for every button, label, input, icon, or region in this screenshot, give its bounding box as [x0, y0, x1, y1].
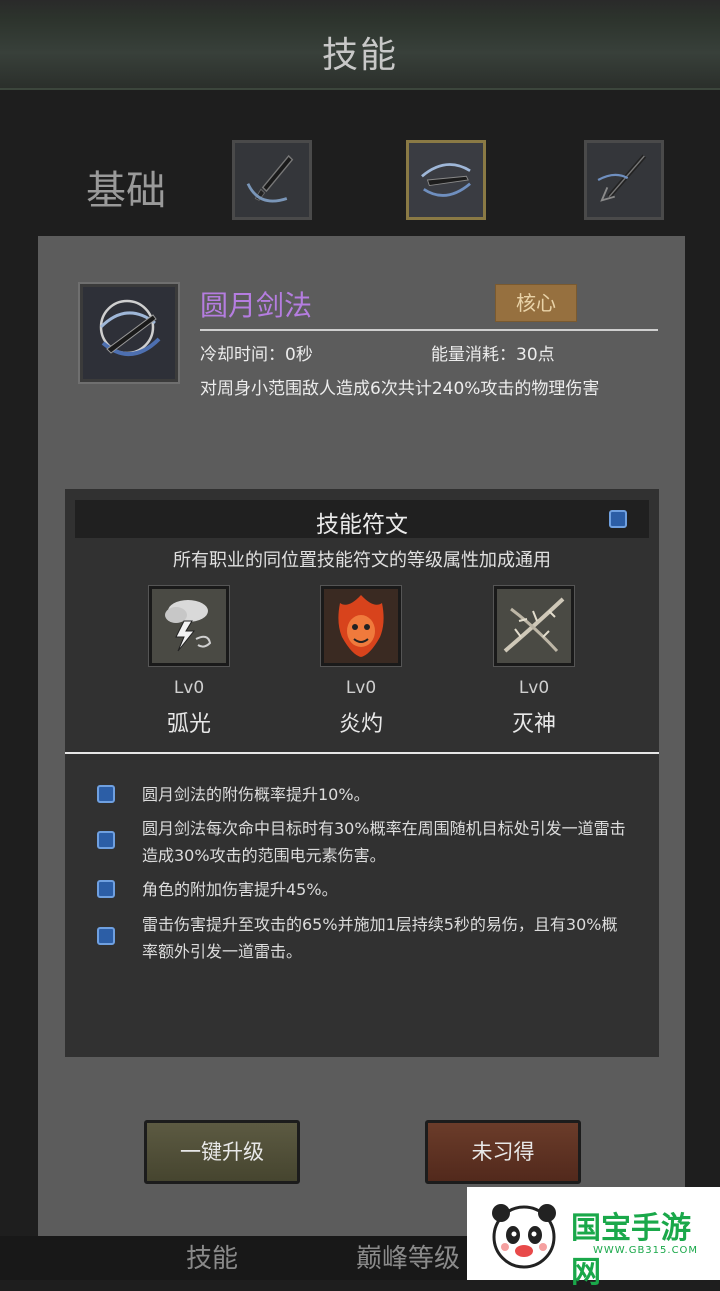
storm-cloud-icon: [152, 589, 226, 663]
rune-title: 技能符文: [316, 512, 408, 538]
page-title: 技能: [321, 35, 398, 76]
rune-subtitle: 所有职业的同位置技能符文的等级属性加成通用: [173, 550, 551, 571]
rune-level: Lv0: [345, 678, 377, 698]
not-learned-button[interactable]: 未习得: [425, 1120, 581, 1184]
watermark-url: WWW.GB315.COM: [593, 1245, 699, 1256]
crescent-sword-icon: [83, 287, 175, 379]
rune-item-arc[interactable]: Lv0 弧光: [139, 586, 239, 738]
rune-name: 灭神: [511, 712, 556, 737]
rune-item-scorch[interactable]: Lv0 炎灼: [311, 586, 411, 738]
rune-level: Lv0: [518, 678, 550, 698]
skill-description: 对周身小范围敌人造成6次共计240%攻击的物理伤害: [200, 379, 600, 399]
category-label: 基础: [86, 168, 166, 214]
divider: [200, 329, 658, 331]
rune-header: 技能符文: [75, 500, 649, 538]
rune-item-annihilate[interactable]: Lv0 灭神: [484, 586, 584, 738]
rune-frame: [321, 586, 401, 666]
rune-gem-icon[interactable]: [609, 510, 627, 528]
trident-icon: [587, 143, 661, 217]
effect-text: 圆月剑法每次命中目标时有30%概率在周围随机目标处引发一道雷击造成30%攻击的范…: [142, 819, 626, 865]
skill-detail-panel: 圆月剑法 核心 冷却时间：0秒 能量消耗：30点 对周身小范围敌人造成6次共计2…: [38, 236, 685, 1236]
nav-item-skills[interactable]: 技能: [186, 1238, 238, 1275]
gem-bullet-icon: [97, 785, 115, 803]
one-click-upgrade-button[interactable]: 一键升级: [144, 1120, 300, 1184]
cooldown-stat: 冷却时间：0秒: [200, 345, 313, 365]
gem-bullet-icon: [97, 927, 115, 945]
rune-name: 炎灼: [338, 712, 383, 737]
dagger-slash-icon: [235, 143, 309, 217]
rune-name: 弧光: [166, 712, 211, 737]
rune-level: Lv0: [173, 678, 205, 698]
effect-text: 雷击伤害提升至攻击的65%并施加1层持续5秒的易伤，且有30%概率额外引发一道雷…: [142, 915, 618, 961]
effect-text: 圆月剑法的附伤概率提升10%。: [142, 785, 370, 804]
watermark: 国宝手游网 WWW.GB315.COM: [467, 1187, 720, 1290]
thorn-branch-icon: [497, 589, 571, 663]
rune-frame: [149, 586, 229, 666]
effect-text: 角色的附加伤害提升45%。: [142, 880, 338, 899]
rune-frame: [494, 586, 574, 666]
rune-divider: [65, 752, 659, 754]
top-bar: 技能: [0, 0, 720, 90]
crescent-sword-icon: [409, 143, 483, 217]
gem-bullet-icon: [97, 831, 115, 849]
skill-icon-frame: [80, 284, 178, 382]
nav-item-peak-level[interactable]: 巅峰等级: [356, 1238, 460, 1275]
skill-tab-2[interactable]: [406, 140, 486, 220]
rune-section: 技能符文 所有职业的同位置技能符文的等级属性加成通用 Lv0 弧光 Lv0 炎灼…: [65, 489, 659, 1057]
skill-tab-1[interactable]: [232, 140, 312, 220]
panda-logo-icon: [492, 1204, 556, 1269]
flame-demon-icon: [324, 589, 398, 663]
skill-name: 圆月剑法: [200, 289, 313, 322]
skill-tab-3[interactable]: [584, 140, 664, 220]
gem-bullet-icon: [97, 880, 115, 898]
core-badge: 核心: [495, 284, 577, 322]
energy-cost-stat: 能量消耗：30点: [431, 345, 555, 365]
